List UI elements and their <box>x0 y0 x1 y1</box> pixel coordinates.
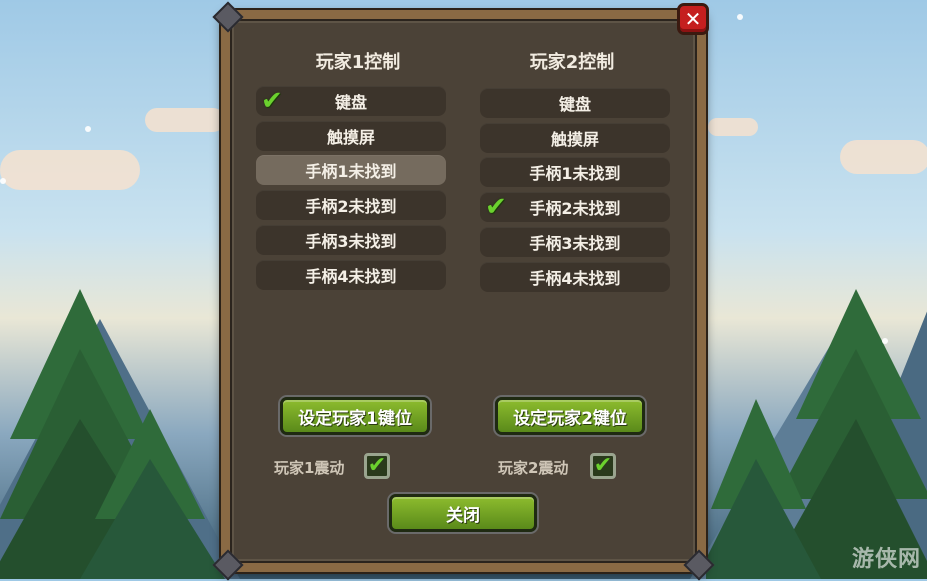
option-label: 触摸屏 <box>550 129 599 149</box>
option-player1-0[interactable]: ✔ 键盘 <box>256 86 446 116</box>
option-label: 键盘 <box>558 95 591 114</box>
snowflake <box>85 126 91 132</box>
close-button[interactable]: 关闭 <box>389 494 537 532</box>
check-icon: ✔ <box>261 86 283 116</box>
watermark: 游侠网 <box>851 547 921 572</box>
set-player1-keys-button[interactable]: 设定玩家1键位 <box>280 397 430 435</box>
option-label: 手柄1未找到 <box>529 164 621 184</box>
option-label: 手柄4未找到 <box>529 268 621 288</box>
check-icon: ✔ <box>593 453 613 478</box>
player1-title: 玩家1控制 <box>315 52 401 73</box>
cloud <box>145 108 225 132</box>
player2-vibration-checkbox[interactable]: ✔ <box>590 453 616 479</box>
option-player2-2[interactable]: 手柄1未找到 <box>480 157 670 188</box>
option-label: 手柄3未找到 <box>529 233 621 253</box>
option-player2-5[interactable]: 手柄4未找到 <box>480 261 670 292</box>
cloud <box>708 118 758 136</box>
check-icon: ✔ <box>485 192 507 223</box>
player1-vibration-checkbox[interactable]: ✔ <box>364 453 390 479</box>
close-icon-button[interactable]: ✕ <box>677 3 709 35</box>
check-icon: ✔ <box>367 453 387 478</box>
option-label: 触摸屏 <box>326 127 375 147</box>
snowflake <box>882 338 888 344</box>
close-icon: ✕ <box>684 7 702 31</box>
pine-tree <box>0 289 225 579</box>
option-player1-1[interactable]: 触摸屏 <box>256 120 446 151</box>
player1-vibration-label: 玩家1震动 <box>274 459 345 477</box>
cloud <box>840 140 927 174</box>
option-label: 键盘 <box>334 93 367 112</box>
option-player1-5[interactable]: 手柄4未找到 <box>256 259 446 290</box>
option-player1-3[interactable]: 手柄2未找到 <box>256 190 446 221</box>
option-label: 手柄3未找到 <box>305 231 397 251</box>
pine-tree <box>706 289 927 579</box>
option-label: 手柄1未找到 <box>305 162 397 182</box>
player2-vibration-label: 玩家2震动 <box>498 459 569 477</box>
snowflake <box>737 14 743 20</box>
option-label: 手柄2未找到 <box>529 199 621 219</box>
option-player2-3[interactable]: ✔ 手柄2未找到 <box>480 192 670 223</box>
snowflake <box>0 178 6 184</box>
option-player2-0[interactable]: 键盘 <box>480 88 670 118</box>
player2-title: 玩家2控制 <box>529 52 615 73</box>
set-player2-keys-button[interactable]: 设定玩家2键位 <box>495 397 645 435</box>
option-player2-4[interactable]: 手柄3未找到 <box>480 226 670 257</box>
option-label: 手柄4未找到 <box>305 266 397 286</box>
option-player2-1[interactable]: 触摸屏 <box>480 122 670 153</box>
option-player1-4[interactable]: 手柄3未找到 <box>256 224 446 255</box>
option-player1-2[interactable]: 手柄1未找到 <box>256 155 446 186</box>
option-label: 手柄2未找到 <box>305 197 397 217</box>
